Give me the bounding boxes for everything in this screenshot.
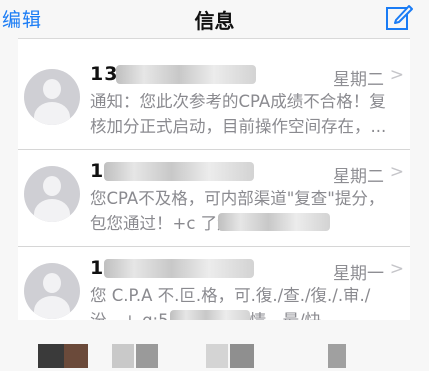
sender-number: 1 <box>90 257 105 279</box>
contact-avatar-icon <box>24 69 80 125</box>
redaction-tile <box>230 344 254 368</box>
nav-bar: 编辑 信息 <box>0 0 429 38</box>
preview-line: 核加分正式启动，目前操作空间存在，... <box>90 117 387 136</box>
message-preview: 通知：您此次参考的CPA成绩不合格！复 核加分正式启动，目前操作空间存在，... <box>90 89 408 139</box>
redaction-tile <box>64 344 88 368</box>
redaction-tile <box>328 344 346 368</box>
conversation-row[interactable]: 1 星期二 > 您CPA不及格，可内部渠道"复查"提分， 包您通过！+c 了解详… <box>18 150 410 247</box>
contact-avatar-icon <box>24 263 80 319</box>
redaction-blur <box>104 162 254 181</box>
redaction-tile <box>38 344 64 368</box>
preview-line: 通知：您此次参考的CPA成绩不合格！复 <box>90 92 386 111</box>
message-date: 星期二 <box>333 167 384 187</box>
page-title: 信息 <box>194 9 235 33</box>
redaction-blur <box>218 213 330 231</box>
redaction-blur <box>116 65 256 84</box>
message-date: 星期一 <box>333 264 384 284</box>
chevron-right-icon: > <box>389 259 404 279</box>
preview-line: 您CPA不及格，可内部渠道"复查"提分， <box>90 189 385 208</box>
sender-number: 13 <box>90 63 119 85</box>
redaction-tile <box>206 344 228 368</box>
redaction-blur <box>104 259 254 278</box>
next-row-edge <box>0 320 429 371</box>
previous-row-edge <box>18 38 410 54</box>
contact-avatar-icon <box>24 166 80 222</box>
chevron-right-icon: > <box>389 162 404 182</box>
message-date: 星期二 <box>333 70 384 90</box>
chevron-right-icon: > <box>389 65 404 85</box>
redaction-tile <box>112 344 134 368</box>
sender-number: 1 <box>90 160 105 182</box>
redaction-tile <box>136 344 158 368</box>
preview-line: 您 C.P.A 不.叵.格，可.復./查./復./.审./ <box>90 286 371 305</box>
compose-icon[interactable] <box>384 2 414 32</box>
conversation-row[interactable]: 13 星期二 > 通知：您此次参考的CPA成绩不合格！复 核加分正式启动，目前操… <box>18 53 410 150</box>
